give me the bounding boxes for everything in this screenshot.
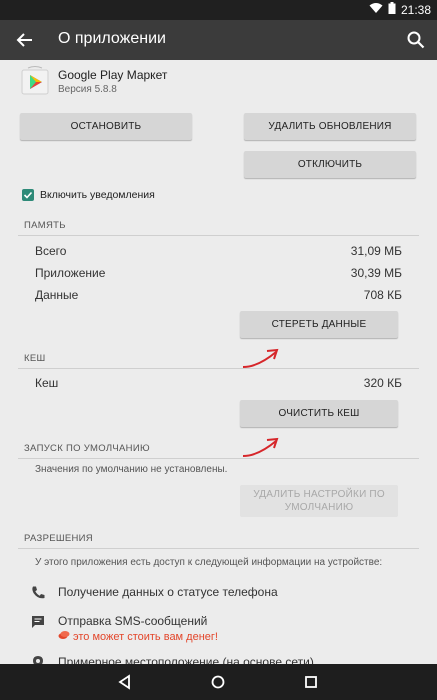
back-nav-icon[interactable]: [115, 672, 135, 692]
memory-row-value: 30,39 МБ: [350, 266, 402, 280]
divider: [18, 235, 419, 236]
app-name: Google Play Маркет: [58, 68, 168, 82]
memory-row-app: Приложение 30,39 МБ: [35, 266, 402, 280]
divider: [18, 548, 419, 549]
coins-icon: [58, 630, 70, 643]
notifications-toggle[interactable]: Включить уведомления: [22, 189, 155, 201]
permission-label: Примерное местоположение (на основе сети…: [58, 655, 314, 664]
divider: [18, 368, 419, 369]
annotation-arrow-icon: [242, 437, 279, 457]
google-play-app-icon: [20, 66, 50, 96]
defaults-section-header: ЗАПУСК ПО УМОЛЧАНИЮ: [24, 443, 150, 454]
search-icon[interactable]: [405, 29, 427, 51]
memory-section-header: ПАМЯТЬ: [24, 220, 66, 231]
permission-item[interactable]: Примерное местоположение (на основе сети…: [30, 655, 314, 664]
memory-row-label: Приложение: [35, 266, 106, 280]
home-nav-icon[interactable]: [208, 672, 228, 692]
page-title: О приложении: [58, 30, 166, 47]
permission-warning-text: это может стоить вам денег!: [73, 630, 218, 643]
disable-button[interactable]: ОТКЛЮЧИТЬ: [244, 151, 416, 178]
stop-button[interactable]: ОСТАНОВИТЬ: [20, 113, 192, 140]
clear-cache-button[interactable]: ОЧИСТИТЬ КЕШ: [240, 400, 398, 427]
permissions-intro: У этого приложения есть доступ к следующ…: [35, 557, 383, 568]
clear-defaults-label-line1: УДАЛИТЬ НАСТРОЙКИ ПО: [253, 489, 385, 500]
defaults-text: Значения по умолчанию не установлены.: [35, 464, 228, 475]
memory-row-value: 31,09 МБ: [350, 244, 402, 258]
permission-warning: это может стоить вам денег!: [58, 630, 218, 643]
permission-item[interactable]: Отправка SMS-сообщений это может стоить …: [30, 614, 218, 643]
permission-item[interactable]: Получение данных о статусе телефона: [30, 585, 278, 604]
memory-row-data: Данные 708 КБ: [35, 288, 402, 302]
status-time: 21:38: [400, 2, 431, 17]
clear-defaults-label-line2: УМОЛЧАНИЮ: [284, 502, 354, 513]
memory-row-label: Данные: [35, 288, 79, 302]
cache-row-value: 320 КБ: [363, 376, 402, 390]
back-arrow-icon[interactable]: [14, 29, 36, 51]
memory-row-total: Всего 31,09 МБ: [35, 244, 402, 258]
memory-row-label: Всего: [35, 244, 67, 258]
notifications-label: Включить уведомления: [40, 189, 155, 201]
app-version: Версия 5.8.8: [58, 84, 117, 95]
recents-nav-icon[interactable]: [301, 672, 321, 692]
phone-icon: [30, 585, 46, 604]
location-icon: [30, 655, 46, 664]
permission-label: Получение данных о статусе телефона: [58, 585, 278, 599]
navigation-bar: [0, 664, 437, 700]
permissions-section-header: РАЗРЕШЕНИЯ: [24, 533, 93, 544]
cache-row-label: Кеш: [35, 376, 59, 390]
divider: [18, 458, 419, 459]
cache-section-header: КЕШ: [24, 353, 46, 364]
uninstall-updates-button[interactable]: УДАЛИТЬ ОБНОВЛЕНИЯ: [244, 113, 416, 140]
memory-row-value: 708 КБ: [363, 288, 402, 302]
permission-label: Отправка SMS-сообщений: [58, 614, 208, 628]
clear-defaults-button: УДАЛИТЬ НАСТРОЙКИ ПО УМОЛЧАНИЮ: [240, 485, 398, 517]
wifi-icon: [369, 2, 383, 17]
clear-data-button[interactable]: СТЕРЕТЬ ДАННЫЕ: [240, 311, 398, 338]
app-bar: О приложении: [0, 20, 437, 60]
app-info-content[interactable]: Google Play Маркет Версия 5.8.8 ОСТАНОВИ…: [0, 60, 437, 664]
battery-icon: [388, 2, 396, 17]
message-icon: [30, 614, 46, 643]
checkbox-checked-icon[interactable]: [22, 189, 34, 201]
status-bar: 21:38: [0, 0, 437, 20]
cache-row: Кеш 320 КБ: [35, 376, 402, 390]
